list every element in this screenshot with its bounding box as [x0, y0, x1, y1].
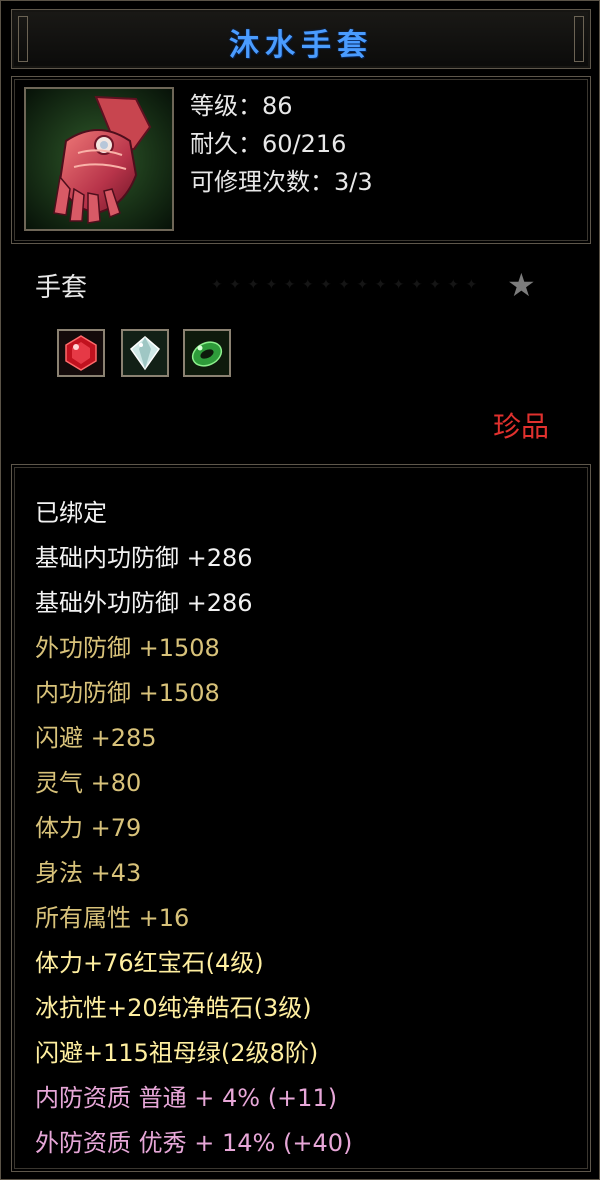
title-bar: 沐水手套	[11, 9, 591, 69]
level-stat: 等级：86	[190, 92, 293, 120]
attribute-line: 所有属性 +16	[35, 904, 190, 932]
attribute-line: 灵气 +80	[35, 769, 142, 797]
emerald-gem-icon	[183, 329, 231, 377]
attribute-line: 体力 +79	[35, 814, 142, 842]
strengthen-stars-background: ✦ ✦ ✦ ✦ ✦ ✦ ✦ ✦ ✦ ✦ ✦ ✦ ✦ ✦ ✦	[211, 277, 479, 293]
attribute-line: 外防资质 优秀 + 14% (+40)	[35, 1129, 353, 1157]
item-tooltip: 沐水手套 等级：86 耐久：60/216 可修理次数：3/3 手套 ✦ ✦ ✦ …	[0, 0, 600, 1180]
star-icon: ★	[507, 266, 536, 304]
attribute-line: 身法 +43	[35, 859, 142, 887]
attribute-line: 内防资质 普通 + 4% (+11)	[35, 1084, 338, 1112]
attribute-line: 冰抗性+20纯净皓石(3级)	[35, 994, 312, 1022]
item-name: 沐水手套	[229, 28, 373, 63]
item-stats: 等级：86 耐久：60/216 可修理次数：3/3	[190, 87, 373, 201]
attribute-list: 已绑定基础内功防御 +286 基础外功防御 +286 外功防御 +1508 内功防御 …	[35, 491, 352, 1166]
attribute-line: 基础内功防御 +286	[35, 544, 253, 572]
item-type: 手套	[35, 273, 88, 303]
attribute-line: 体力+76红宝石(4级)	[35, 949, 264, 977]
attribute-line: 基础外功防御 +286	[35, 589, 253, 617]
repair-count-stat: 可修理次数：3/3	[190, 168, 373, 196]
attribute-line: 闪避 +285	[35, 724, 157, 752]
ruby-gem-icon	[57, 329, 105, 377]
glove-icon	[24, 87, 174, 231]
attribute-line: 闪避+115祖母绿(2级8阶)	[35, 1039, 319, 1067]
item-header-panel: 等级：86 耐久：60/216 可修理次数：3/3	[11, 76, 591, 244]
rarity-label: 珍品	[493, 410, 550, 443]
attribute-line: 内功防御 +1508	[35, 679, 220, 707]
attribute-line: 已绑定	[35, 499, 107, 527]
diamond-gem-icon	[121, 329, 169, 377]
durability-stat: 耐久：60/216	[190, 130, 347, 158]
attribute-line: 外功防御 +1508	[35, 634, 220, 662]
